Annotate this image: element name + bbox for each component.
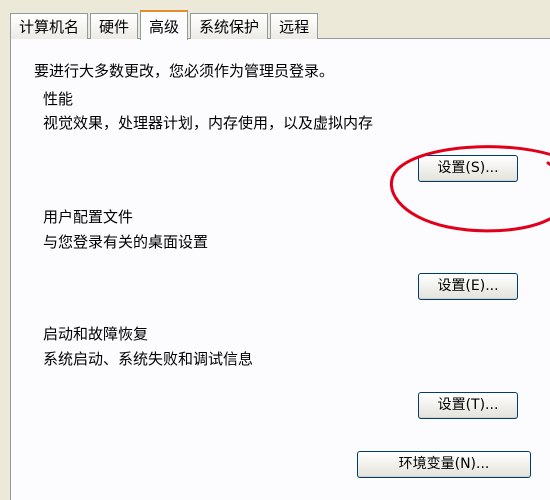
performance-title: 性能 xyxy=(43,90,74,108)
tab-bar: 计算机名 硬件 高级 系统保护 远程 xyxy=(10,9,320,40)
admin-notice: 要进行大多数更改，您必须作为管理员登录。 xyxy=(34,62,335,80)
tab-system-protection[interactable]: 系统保护 xyxy=(190,13,269,39)
tab-remote[interactable]: 远程 xyxy=(270,13,319,39)
system-properties-window: 计算机名 硬件 高级 系统保护 远程 要进行大多数更改，您必须作为管理员登录。 … xyxy=(0,0,550,500)
user-profiles-title: 用户配置文件 xyxy=(43,208,134,226)
tab-advanced[interactable]: 高级 xyxy=(140,10,189,40)
startup-recovery-description: 系统启动、系统失败和调试信息 xyxy=(43,350,254,368)
user-profiles-description: 与您登录有关的桌面设置 xyxy=(43,233,209,251)
startup-recovery-settings-button[interactable]: 设置(T)... xyxy=(418,392,518,419)
tab-computer-name[interactable]: 计算机名 xyxy=(10,13,89,39)
user-profiles-settings-button[interactable]: 设置(E)... xyxy=(418,273,518,300)
startup-recovery-title: 启动和故障恢复 xyxy=(43,325,149,343)
environment-variables-button[interactable]: 环境变量(N)... xyxy=(357,451,531,478)
advanced-tab-panel xyxy=(10,38,550,500)
tab-hardware[interactable]: 硬件 xyxy=(90,13,139,39)
performance-settings-button[interactable]: 设置(S)... xyxy=(418,155,518,182)
performance-description: 视觉效果，处理器计划，内存使用，以及虚拟内存 xyxy=(43,114,374,132)
